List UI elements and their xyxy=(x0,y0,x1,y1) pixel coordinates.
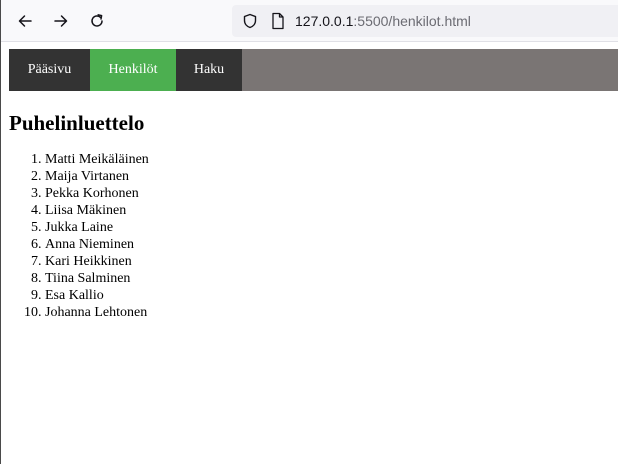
list-item: Maija Virtanen xyxy=(45,168,149,185)
list-item: Jukka Laine xyxy=(45,219,149,236)
list-item: Liisa Mäkinen xyxy=(45,202,149,219)
arrow-right-icon xyxy=(54,15,68,27)
browser-toolbar: 127.0.0.1:5500/henkilot.html xyxy=(1,0,618,42)
browser-window: 127.0.0.1:5500/henkilot.html Pääsivu Hen… xyxy=(0,0,618,464)
contact-list: Matti Meikäläinen Maija Virtanen Pekka K… xyxy=(9,151,149,321)
list-item: Matti Meikäläinen xyxy=(45,151,149,168)
address-bar[interactable]: 127.0.0.1:5500/henkilot.html xyxy=(232,5,618,37)
reload-icon xyxy=(91,14,103,27)
url-host: 127.0.0.1 xyxy=(295,13,354,29)
url-path: :5500/henkilot.html xyxy=(353,13,471,29)
back-button[interactable] xyxy=(9,5,41,37)
url-text[interactable]: 127.0.0.1:5500/henkilot.html xyxy=(295,12,471,30)
forward-button[interactable] xyxy=(45,5,77,37)
shield-icon[interactable] xyxy=(242,13,258,29)
list-item: Pekka Korhonen xyxy=(45,185,149,202)
nav-item-henkilot[interactable]: Henkilöt xyxy=(90,49,176,91)
list-item: Kari Heikkinen xyxy=(45,253,149,270)
page-icon[interactable] xyxy=(270,12,286,30)
nav-item-haku[interactable]: Haku xyxy=(176,49,242,91)
list-item: Anna Nieminen xyxy=(45,236,149,253)
list-item: Esa Kallio xyxy=(45,287,149,304)
nav-item-paasivu[interactable]: Pääsivu xyxy=(9,49,90,91)
top-navbar: Pääsivu Henkilöt Haku xyxy=(9,49,618,91)
list-item: Johanna Lehtonen xyxy=(45,304,149,321)
page-title: Puhelinluettelo xyxy=(9,111,145,135)
arrow-left-icon xyxy=(18,15,32,27)
list-item: Tiina Salminen xyxy=(45,270,149,287)
reload-button[interactable] xyxy=(81,5,113,37)
